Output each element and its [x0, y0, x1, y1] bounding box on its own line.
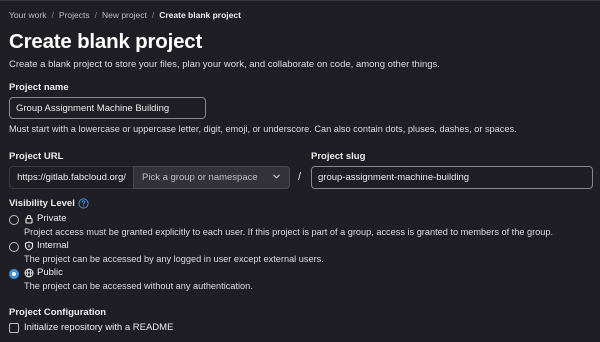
project-name-help: Must start with a lowercase or uppercase…	[9, 124, 517, 134]
visibility-public-label: Public	[37, 267, 63, 278]
question-circle-icon[interactable]	[78, 198, 89, 209]
top-divider	[0, 0, 600, 1]
visibility-public-description: The project can be accessed without any …	[24, 281, 253, 291]
visibility-public-radio[interactable]	[9, 269, 19, 279]
breadcrumb-current[interactable]: Create blank project	[159, 10, 241, 20]
visibility-internal-label: Internal	[37, 240, 69, 251]
visibility-private-description: Project access must be granted explicitl…	[24, 227, 554, 237]
url-slug-separator: /	[298, 171, 302, 183]
readme-checkbox-label[interactable]: Initialize repository with a README	[24, 322, 173, 333]
breadcrumb-your-work[interactable]: Your work	[9, 10, 46, 20]
project-url-label: Project URL	[9, 151, 64, 162]
visibility-public-option[interactable]: Public	[24, 267, 63, 278]
breadcrumb: Your work / Projects / New project / Cre…	[9, 10, 241, 20]
project-slug-label: Project slug	[311, 151, 366, 162]
project-slug-input[interactable]	[311, 166, 593, 189]
chevron-down-icon	[272, 172, 281, 184]
page-description: Create a blank project to store your fil…	[9, 59, 440, 70]
project-name-label: Project name	[9, 82, 69, 93]
visibility-internal-description: The project can be accessed by any logge…	[24, 254, 324, 264]
visibility-level-heading: Visibility Level	[9, 198, 89, 209]
breadcrumb-separator: /	[94, 10, 97, 20]
breadcrumb-separator: /	[51, 10, 54, 20]
visibility-internal-radio[interactable]	[9, 242, 19, 252]
project-url-prefix-text: https://gitlab.fabcloud.org/	[17, 172, 126, 183]
shield-icon	[24, 240, 37, 251]
visibility-private-radio[interactable]	[9, 215, 19, 225]
globe-icon	[24, 268, 37, 278]
breadcrumb-projects[interactable]: Projects	[59, 10, 90, 20]
breadcrumb-new-project[interactable]: New project	[102, 10, 147, 20]
lock-icon	[24, 214, 37, 224]
readme-checkbox[interactable]	[9, 323, 19, 333]
namespace-select[interactable]: Pick a group or namespace	[133, 166, 290, 189]
visibility-private-option[interactable]: Private	[24, 213, 67, 224]
breadcrumb-separator: /	[151, 10, 155, 20]
namespace-placeholder: Pick a group or namespace	[142, 172, 258, 183]
visibility-private-label: Private	[37, 213, 67, 224]
project-configuration-label: Project Configuration	[9, 307, 107, 318]
project-name-input[interactable]	[9, 97, 206, 119]
visibility-level-label: Visibility Level	[9, 198, 75, 209]
visibility-internal-option[interactable]: Internal	[24, 240, 69, 251]
page-title: Create blank project	[9, 30, 203, 53]
project-url-prefix: https://gitlab.fabcloud.org/	[9, 166, 133, 189]
